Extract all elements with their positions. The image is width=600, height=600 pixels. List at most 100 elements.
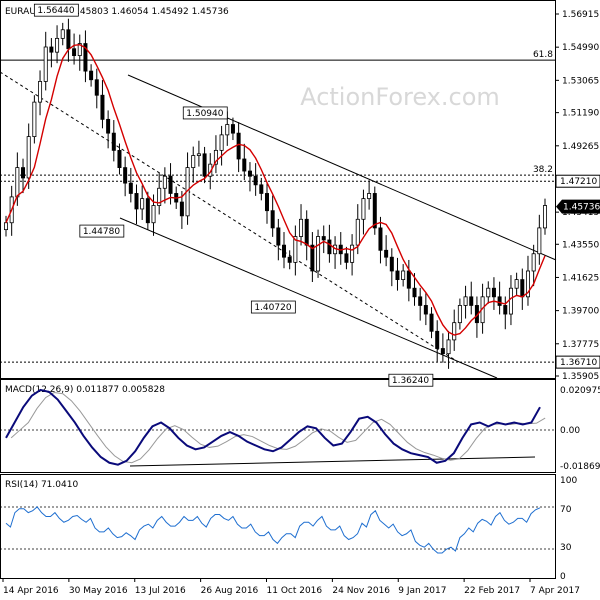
candle-body xyxy=(304,218,309,246)
candle-body xyxy=(429,313,434,332)
price-tick-label: 1.49265 xyxy=(562,142,599,152)
rsi-tick-label: 100 xyxy=(560,476,577,486)
macd-axis: 0.020975 0.00 -0.018693 xyxy=(560,386,600,472)
candle-body xyxy=(316,236,321,272)
rsi-axis: 100 70 30 0 xyxy=(560,476,577,582)
candle-body xyxy=(406,270,411,289)
candle-body xyxy=(537,227,542,255)
candle-body xyxy=(202,153,207,177)
candle-body xyxy=(140,198,145,210)
candle-body xyxy=(151,205,156,224)
candle-body xyxy=(196,153,201,156)
price-candles xyxy=(4,18,548,369)
price-axis: 1.569151.549901.530651.511901.492651.473… xyxy=(555,10,599,382)
candle-body xyxy=(418,296,423,306)
candle-body xyxy=(111,132,116,151)
rsi-tick-label: 70 xyxy=(560,505,572,515)
candle-body xyxy=(503,305,508,315)
macd-tick-label: -0.018693 xyxy=(560,462,600,472)
rsi-label: RSI(14) 71.0410 xyxy=(5,480,78,490)
candle-body xyxy=(270,210,275,229)
rsi-line xyxy=(5,506,541,554)
annotation-label: 1.56440 xyxy=(37,6,74,16)
candle-body xyxy=(491,287,496,298)
annotation-label: 1.36240 xyxy=(392,376,429,386)
candle-body xyxy=(242,158,247,172)
price-tick-label: 1.35905 xyxy=(562,372,599,382)
candle-body xyxy=(128,182,133,194)
date-tick-label: 30 May 2016 xyxy=(69,586,128,596)
candle-body xyxy=(367,193,372,200)
candle-body xyxy=(435,330,440,349)
candle-body xyxy=(327,239,332,255)
candle-body xyxy=(253,175,258,186)
candle-body xyxy=(287,256,292,263)
candle-body xyxy=(401,270,406,280)
level-label: 38.2 xyxy=(533,165,553,175)
price-tick-label: 1.53065 xyxy=(562,76,599,86)
candle-body xyxy=(225,124,230,136)
date-tick-label: 24 Nov 2016 xyxy=(332,586,390,596)
candle-body xyxy=(66,29,71,50)
candle-body xyxy=(423,305,428,315)
date-axis: 14 Apr 2016 30 May 2016 13 Jul 2016 26 Aug … xyxy=(2,578,580,596)
annotation-label: 1.50940 xyxy=(186,109,223,119)
candle-body xyxy=(94,79,99,96)
candle-body xyxy=(378,227,383,251)
annotation-label: 1.44780 xyxy=(83,227,120,237)
watermark: ActionForex.com xyxy=(300,83,500,111)
date-tick-label: 9 Jan 2017 xyxy=(398,586,446,596)
date-tick-label: 11 Oct 2016 xyxy=(267,586,323,596)
candle-body xyxy=(350,244,355,263)
candle-body xyxy=(162,175,167,189)
price-tick-label: 1.39700 xyxy=(562,307,599,317)
candle-body xyxy=(43,46,48,82)
date-tick-label: 14 Apr 2016 xyxy=(3,586,59,596)
candle-body xyxy=(4,222,9,231)
candle-body xyxy=(55,37,60,53)
price-tick-label: 1.37775 xyxy=(562,340,599,350)
euraud-chart: ActionForex.com EURAUD,Daily 1.45803 1.4… xyxy=(0,0,600,596)
candle-body xyxy=(389,256,394,272)
candle-body xyxy=(134,193,139,210)
candle-body xyxy=(486,287,491,298)
price-tick-label: 1.43550 xyxy=(562,240,599,250)
candle-body xyxy=(344,253,349,263)
date-tick-label: 7 Apr 2017 xyxy=(530,586,580,596)
current-price-label: 1.45736 xyxy=(563,203,600,213)
price-tick-label: 1.41625 xyxy=(562,273,599,283)
candle-body xyxy=(49,46,54,53)
price-tick-label: 1.56915 xyxy=(562,10,599,20)
price-tick-label: 1.54990 xyxy=(562,43,599,53)
candle-body xyxy=(282,244,287,258)
candle-body xyxy=(123,167,128,184)
candle-body xyxy=(89,70,94,81)
candle-body xyxy=(247,170,252,177)
candle-body xyxy=(446,339,451,355)
candle-body xyxy=(26,136,31,179)
macd-support-line xyxy=(129,456,536,467)
candle-body xyxy=(264,193,269,212)
candle-body xyxy=(520,279,525,298)
candle-body xyxy=(514,279,519,289)
candle-body xyxy=(469,296,474,306)
date-tick-label: 26 Aug 2016 xyxy=(201,586,259,596)
macd-tick-label: 0.00 xyxy=(560,426,580,436)
candle-body xyxy=(145,198,150,224)
candle-body xyxy=(463,296,468,306)
candle-body xyxy=(452,322,457,341)
candle-body xyxy=(457,305,462,324)
rsi-tick-label: 30 xyxy=(560,543,572,553)
candle-body xyxy=(259,184,264,194)
candle-body xyxy=(230,124,235,134)
annotation-label: 1.40720 xyxy=(254,303,291,313)
macd-tick-label: 0.020975 xyxy=(560,386,600,396)
rsi-tick-label: 0 xyxy=(560,572,566,582)
candle-body xyxy=(497,296,502,306)
level-price-label: 1.47210 xyxy=(560,177,597,187)
price-tick-label: 1.51190 xyxy=(562,109,599,119)
candle-body xyxy=(168,175,173,194)
rsi-panel-frame xyxy=(0,474,556,579)
candle-body xyxy=(106,118,111,134)
candle-body xyxy=(543,205,548,229)
